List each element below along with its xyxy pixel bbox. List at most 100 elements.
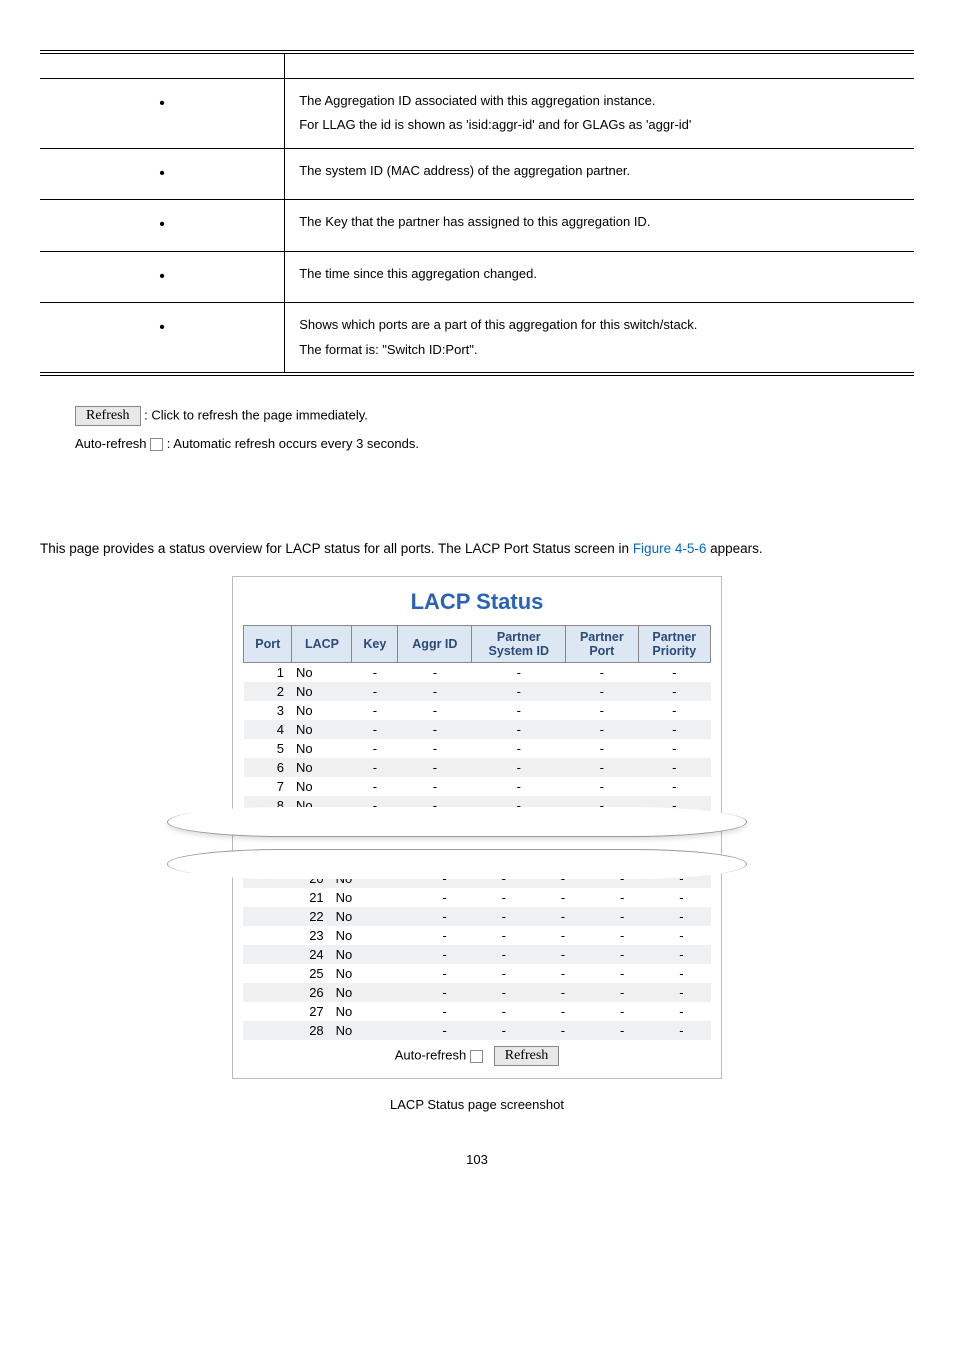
row-desc: The system ID (MAC address) of the aggre…: [285, 148, 914, 199]
cell-dash: -: [652, 888, 711, 907]
col-key: Key: [352, 626, 398, 663]
cell-dash: -: [474, 964, 533, 983]
cell-dash: -: [652, 964, 711, 983]
lacp-row: 2No-----: [244, 682, 711, 701]
cell-dash: -: [593, 983, 652, 1002]
cell-dash: -: [638, 701, 710, 720]
cell-lacp: No: [292, 739, 352, 758]
cell-dash: -: [398, 663, 472, 683]
cell-dash: -: [352, 701, 398, 720]
cell-lacp: No: [332, 907, 415, 926]
cell-dash: -: [472, 663, 566, 683]
description-table: • The Aggregation ID associated with thi…: [40, 50, 914, 376]
row-bullet: •: [40, 148, 285, 199]
cell-dash: -: [593, 964, 652, 983]
row-desc: The Aggregation ID associated with this …: [285, 78, 914, 148]
row-bullet: •: [40, 200, 285, 251]
figure-link: Figure 4-5-6: [633, 541, 707, 556]
lacp-status-screenshot: LACP Status Port LACP Key Aggr ID Partne…: [232, 576, 722, 1079]
cell-dash: -: [593, 907, 652, 926]
cell-dash: -: [415, 945, 474, 964]
cell-dash: -: [415, 888, 474, 907]
cell-dash: -: [398, 758, 472, 777]
page-tear-graphic: [167, 811, 747, 875]
cell-port: 27: [243, 1002, 332, 1021]
lacp-title: LACP Status: [243, 589, 711, 615]
cell-lacp: No: [332, 964, 415, 983]
cell-lacp: No: [332, 888, 415, 907]
cell-port: 24: [243, 945, 332, 964]
table-row: • The Aggregation ID associated with thi…: [40, 78, 914, 148]
lacp-row: 22No-----: [243, 907, 711, 926]
cell-dash: -: [533, 964, 592, 983]
cell-dash: -: [474, 983, 533, 1002]
lacp-table: Port LACP Key Aggr ID Partner System ID …: [243, 625, 711, 815]
refresh-button[interactable]: Refresh: [494, 1046, 560, 1066]
cell-dash: -: [652, 907, 711, 926]
cell-dash: -: [566, 720, 638, 739]
autorefresh-label: Auto-refresh: [75, 436, 150, 451]
col-partner-priority: Partner Priority: [638, 626, 710, 663]
cell-dash: -: [638, 663, 710, 683]
cell-dash: -: [566, 777, 638, 796]
cell-dash: -: [566, 739, 638, 758]
cell-port: 4: [244, 720, 292, 739]
cell-port: 21: [243, 888, 332, 907]
col-lacp: LACP: [292, 626, 352, 663]
cell-dash: -: [398, 701, 472, 720]
lacp-row: 5No-----: [244, 739, 711, 758]
lacp-row: 3No-----: [244, 701, 711, 720]
lacp-row: 27No-----: [243, 1002, 711, 1021]
lacp-row: 23No-----: [243, 926, 711, 945]
cell-dash: -: [474, 907, 533, 926]
lacp-row: 6No-----: [244, 758, 711, 777]
cell-dash: -: [472, 720, 566, 739]
cell-lacp: No: [332, 1021, 415, 1040]
autorefresh-checkbox[interactable]: [470, 1050, 483, 1063]
cell-dash: -: [533, 1002, 592, 1021]
cell-dash: -: [398, 682, 472, 701]
cell-dash: -: [533, 907, 592, 926]
cell-dash: -: [652, 983, 711, 1002]
header-col-object: [40, 52, 285, 78]
cell-dash: -: [533, 888, 592, 907]
cell-lacp: No: [292, 777, 352, 796]
cell-dash: -: [398, 777, 472, 796]
cell-dash: -: [566, 682, 638, 701]
cell-dash: -: [593, 1002, 652, 1021]
lacp-row: 25No-----: [243, 964, 711, 983]
cell-lacp: No: [292, 682, 352, 701]
header-col-description: [285, 52, 914, 78]
cell-dash: -: [415, 1021, 474, 1040]
cell-dash: -: [652, 1021, 711, 1040]
cell-dash: -: [398, 739, 472, 758]
cell-lacp: No: [332, 945, 415, 964]
cell-dash: -: [533, 926, 592, 945]
row-desc: The time since this aggregation changed.: [285, 251, 914, 302]
lacp-table-bottom: 20No-----21No-----22No-----23No-----24No…: [243, 869, 711, 1040]
autorefresh-help-line: Auto-refresh : Automatic refresh occurs …: [75, 436, 914, 451]
lacp-row: 4No-----: [244, 720, 711, 739]
cell-dash: -: [474, 945, 533, 964]
lacp-row: 7No-----: [244, 777, 711, 796]
lacp-row: 24No-----: [243, 945, 711, 964]
cell-dash: -: [352, 758, 398, 777]
row-desc: The Key that the partner has assigned to…: [285, 200, 914, 251]
row-bullet: •: [40, 78, 285, 148]
table-header-row: [40, 52, 914, 78]
cell-port: 2: [244, 682, 292, 701]
cell-dash: -: [415, 983, 474, 1002]
cell-lacp: No: [292, 758, 352, 777]
cell-port: 26: [243, 983, 332, 1002]
cell-dash: -: [352, 663, 398, 683]
cell-dash: -: [533, 945, 592, 964]
cell-lacp: No: [332, 926, 415, 945]
col-partner-sysid: Partner System ID: [472, 626, 566, 663]
cell-lacp: No: [292, 720, 352, 739]
cell-lacp: No: [332, 1002, 415, 1021]
autorefresh-help-text: : Automatic refresh occurs every 3 secon…: [167, 436, 419, 451]
cell-port: 25: [243, 964, 332, 983]
row-desc: Shows which ports are a part of this agg…: [285, 303, 914, 375]
section-intro-text: This page provides a status overview for…: [40, 541, 914, 556]
cell-dash: -: [566, 758, 638, 777]
